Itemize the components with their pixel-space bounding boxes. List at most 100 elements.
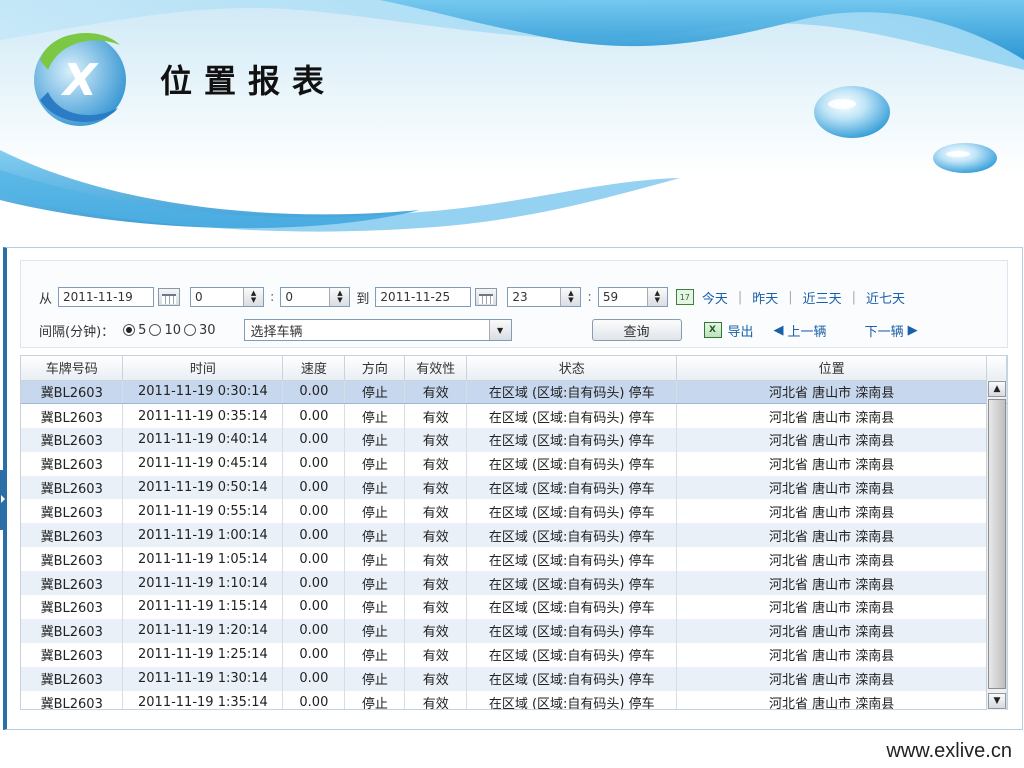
table-row[interactable]: 冀BL2603 2011-11-19 1:10:14 0.00 停止 有效 在区域 (区域… bbox=[21, 571, 1007, 596]
start-hour-spinner[interactable]: 0 ▲ ▼ bbox=[190, 287, 265, 307]
table-row[interactable]: 冀BL2603 2011-11-19 0:30:14 0.00 停止 有效 在区域 (区域… bbox=[21, 379, 1007, 405]
cell-status: 在区域 (区域:自有码头) 停车 bbox=[466, 499, 678, 524]
cell-speed: 0.00 bbox=[282, 451, 346, 476]
column-header-spacer bbox=[986, 356, 1007, 381]
from-label: 从 bbox=[39, 291, 53, 307]
calendar-icon[interactable] bbox=[158, 288, 181, 306]
cell-speed: 0.00 bbox=[282, 690, 346, 709]
table-row[interactable]: 冀BL2603 2011-11-19 0:50:14 0.00 停止 有效 在区域 (区域… bbox=[21, 475, 1007, 500]
table-row[interactable]: 冀BL2603 2011-11-19 0:55:14 0.00 停止 有效 在区域 (区域… bbox=[21, 499, 1007, 524]
water-wave-graphic: X bbox=[0, 0, 1024, 250]
cell-location: 河北省 唐山市 滦南县 bbox=[676, 451, 987, 476]
end-minute-value: 59 bbox=[602, 290, 619, 304]
cell-status: 在区域 (区域:自有码头) 停车 bbox=[466, 379, 678, 405]
cell-validity: 有效 bbox=[404, 523, 468, 548]
start-minute-spinner[interactable]: 0 ▲ ▼ bbox=[280, 287, 351, 307]
end-minute-spinner[interactable]: 59 ▲ ▼ bbox=[597, 287, 668, 307]
table-row[interactable]: 冀BL2603 2011-11-19 1:25:14 0.00 停止 有效 在区域 (区域… bbox=[21, 642, 1007, 667]
range-3days-link[interactable]: 近三天 bbox=[803, 288, 842, 307]
column-header-location[interactable]: 位置 bbox=[676, 356, 987, 381]
table-row[interactable]: 冀BL2603 2011-11-19 1:05:14 0.00 停止 有效 在区域 (区域… bbox=[21, 547, 1007, 572]
spinner-arrows-icon[interactable]: ▲ ▼ bbox=[646, 288, 667, 306]
table-row[interactable]: 冀BL2603 2011-11-19 0:45:14 0.00 停止 有效 在区域 (区域… bbox=[21, 451, 1007, 476]
spinner-arrows-icon[interactable]: ▲ ▼ bbox=[243, 288, 264, 306]
triangle-right-icon[interactable]: ▶ bbox=[908, 323, 918, 338]
range-yesterday-link[interactable]: 昨天 bbox=[752, 288, 778, 307]
cell-status: 在区域 (区域:自有码头) 停车 bbox=[466, 690, 678, 709]
cell-direction: 停止 bbox=[344, 403, 406, 428]
range-7days-link[interactable]: 近七天 bbox=[866, 288, 905, 307]
range-today-link[interactable]: 今天 bbox=[702, 288, 728, 307]
cell-status: 在区域 (区域:自有码头) 停车 bbox=[466, 547, 678, 572]
cell-time: 2011-11-19 1:25:14 bbox=[122, 642, 284, 667]
cell-validity: 有效 bbox=[404, 618, 468, 643]
cell-location: 河北省 唐山市 滦南县 bbox=[676, 403, 987, 428]
cell-status: 在区域 (区域:自有码头) 停车 bbox=[466, 666, 678, 691]
table-row[interactable]: 冀BL2603 2011-11-19 1:30:14 0.00 停止 有效 在区域 (区域… bbox=[21, 666, 1007, 691]
cell-speed: 0.00 bbox=[282, 642, 346, 667]
cell-time: 2011-11-19 1:10:14 bbox=[122, 571, 284, 596]
page-title: 位置报表 bbox=[160, 62, 337, 100]
column-header-speed[interactable]: 速度 bbox=[282, 356, 346, 381]
start-date-input[interactable]: 2011-11-19 bbox=[58, 287, 155, 307]
scrollbar-thumb[interactable] bbox=[988, 399, 1006, 689]
end-hour-spinner[interactable]: 23 ▲ ▼ bbox=[507, 287, 582, 307]
export-link[interactable]: 导出 bbox=[728, 321, 754, 340]
column-header-plate[interactable]: 车牌号码 bbox=[21, 356, 124, 381]
prev-vehicle-link[interactable]: 上一辆 bbox=[788, 321, 827, 340]
svg-text:X: X bbox=[60, 55, 99, 106]
end-date-input[interactable]: 2011-11-25 bbox=[375, 287, 472, 307]
column-header-direction[interactable]: 方向 bbox=[344, 356, 406, 381]
today-calendar-icon[interactable]: 17 bbox=[675, 289, 694, 305]
cell-direction: 停止 bbox=[344, 595, 406, 619]
cell-direction: 停止 bbox=[344, 379, 406, 405]
table-row[interactable]: 冀BL2603 2011-11-19 1:00:14 0.00 停止 有效 在区域 (区域… bbox=[21, 523, 1007, 548]
collapse-sidebar-handle[interactable] bbox=[0, 470, 6, 530]
scroll-down-icon[interactable]: ▼ bbox=[988, 693, 1006, 709]
cell-location: 河北省 唐山市 滦南县 bbox=[676, 499, 987, 524]
cell-plate: 冀BL2603 bbox=[21, 618, 124, 643]
position-table: 车牌号码 时间 速度 方向 有效性 状态 位置 冀BL2603 2011-11-1… bbox=[20, 355, 1008, 710]
cell-direction: 停止 bbox=[344, 618, 406, 643]
column-header-time[interactable]: 时间 bbox=[122, 356, 284, 381]
interval-30-radio[interactable] bbox=[183, 324, 196, 336]
cell-plate: 冀BL2603 bbox=[21, 523, 124, 548]
column-header-status[interactable]: 状态 bbox=[466, 356, 678, 381]
next-vehicle-link[interactable]: 下一辆 bbox=[865, 321, 904, 340]
spinner-arrows-icon[interactable]: ▲ ▼ bbox=[329, 288, 350, 306]
calendar-icon[interactable] bbox=[475, 288, 498, 306]
interval-10-radio[interactable] bbox=[149, 324, 162, 336]
table-row[interactable]: 冀BL2603 2011-11-19 1:20:14 0.00 停止 有效 在区域 (区域… bbox=[21, 618, 1007, 643]
end-hour-value: 23 bbox=[512, 290, 528, 304]
cell-time: 2011-11-19 1:05:14 bbox=[122, 547, 284, 572]
cell-plate: 冀BL2603 bbox=[21, 595, 124, 619]
excel-icon[interactable]: X bbox=[703, 322, 722, 338]
chevron-down-icon[interactable]: ▼ bbox=[488, 320, 511, 340]
table-row[interactable]: 冀BL2603 2011-11-19 0:40:14 0.00 停止 有效 在区域 (区域… bbox=[21, 427, 1007, 452]
cell-location: 河北省 唐山市 滦南县 bbox=[676, 690, 987, 709]
time-colon: : bbox=[270, 289, 275, 305]
cell-plate: 冀BL2603 bbox=[21, 379, 124, 405]
to-label: 到 bbox=[356, 291, 370, 307]
cell-plate: 冀BL2603 bbox=[21, 690, 124, 709]
start-minute-value: 0 bbox=[285, 290, 294, 304]
time-colon: : bbox=[587, 289, 592, 305]
interval-5-label: 5 bbox=[138, 322, 147, 338]
cell-location: 河北省 唐山市 滦南县 bbox=[676, 595, 987, 619]
triangle-right-icon bbox=[1, 495, 5, 503]
spinner-arrows-icon[interactable]: ▲ ▼ bbox=[560, 288, 581, 306]
cell-direction: 停止 bbox=[344, 571, 406, 596]
interval-5-radio[interactable] bbox=[123, 324, 136, 336]
vehicle-select[interactable]: 选择车辆 ▼ bbox=[243, 319, 512, 341]
table-row[interactable]: 冀BL2603 2011-11-19 1:35:14 0.00 停止 有效 在区域 (区域… bbox=[21, 690, 1007, 709]
cell-status: 在区域 (区域:自有码头) 停车 bbox=[466, 427, 678, 452]
table-row[interactable]: 冀BL2603 2011-11-19 1:15:14 0.00 停止 有效 在区域 (区域… bbox=[21, 595, 1007, 619]
cell-status: 在区域 (区域:自有码头) 停车 bbox=[466, 475, 678, 500]
column-header-validity[interactable]: 有效性 bbox=[404, 356, 468, 381]
scroll-up-icon[interactable]: ▲ bbox=[988, 381, 1006, 397]
query-button[interactable]: 查询 bbox=[591, 319, 682, 341]
cell-time: 2011-11-19 1:00:14 bbox=[122, 523, 284, 548]
table-row[interactable]: 冀BL2603 2011-11-19 0:35:14 0.00 停止 有效 在区域 (区域… bbox=[21, 403, 1007, 428]
triangle-left-icon[interactable]: ◀ bbox=[774, 323, 784, 338]
table-scrollbar[interactable]: ▲ ▼ bbox=[986, 380, 1006, 710]
